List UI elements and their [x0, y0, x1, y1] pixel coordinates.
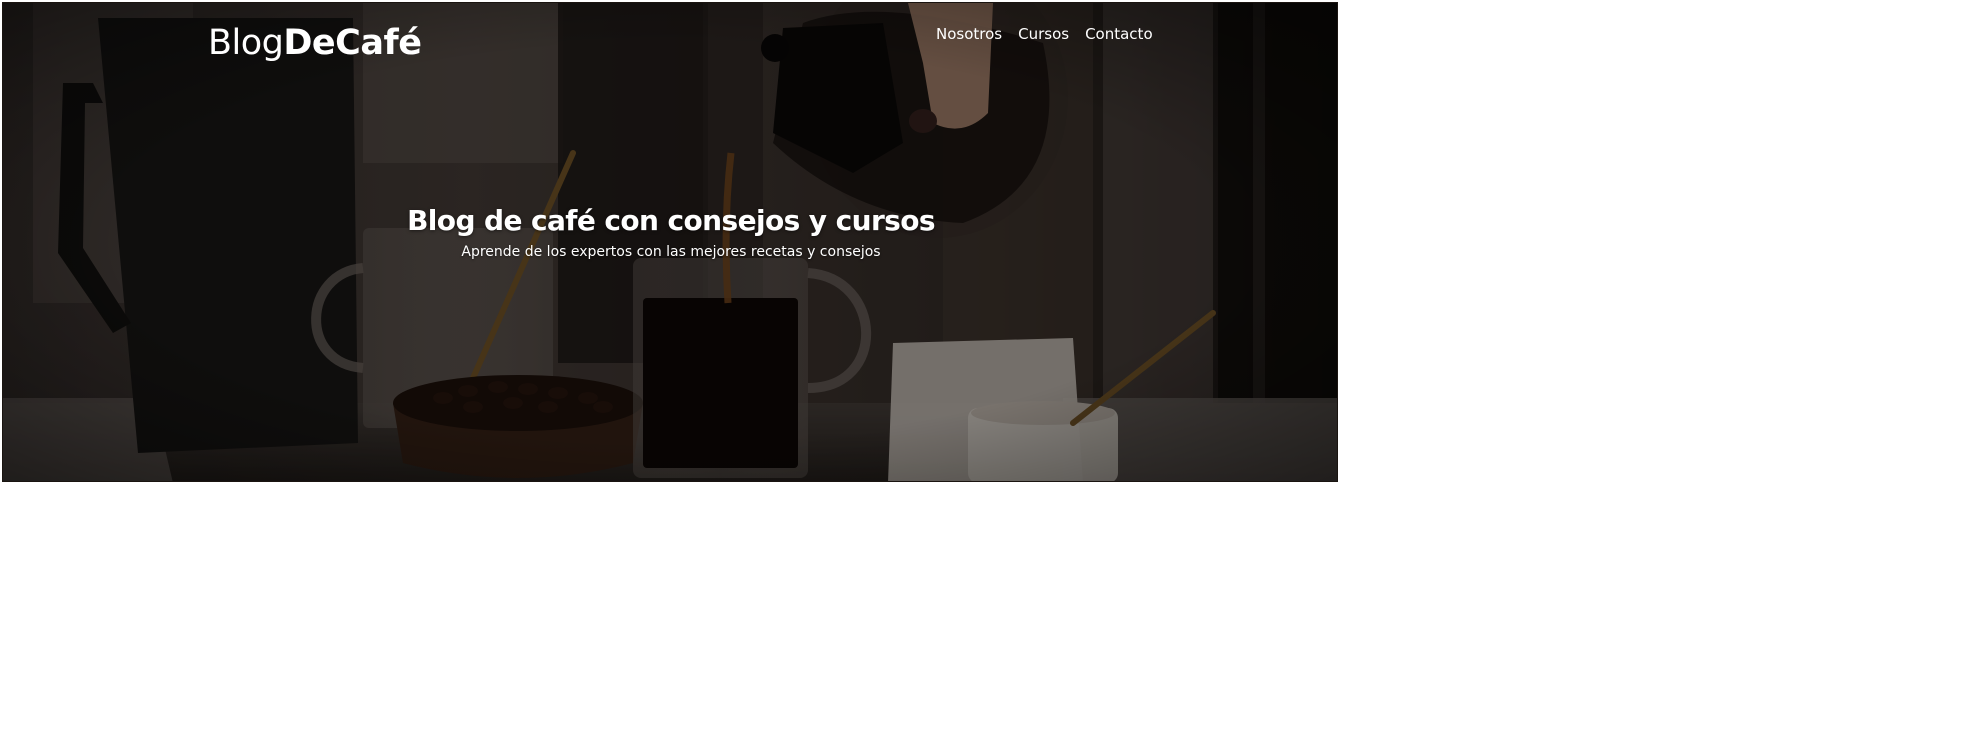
page: BlogDeCafé Nosotros Cursos Contacto Blog… — [0, 0, 1976, 740]
hero-header: BlogDeCafé Nosotros Cursos Contacto Blog… — [2, 2, 1338, 482]
logo-light-text: Blog — [208, 23, 284, 63]
logo-bold-text: DeCafé — [283, 23, 422, 63]
nav-link-cursos[interactable]: Cursos — [1018, 23, 1069, 45]
site-logo[interactable]: BlogDeCafé — [208, 19, 422, 67]
main-nav: Nosotros Cursos Contacto — [936, 23, 1153, 45]
hero-subtitle: Aprende de los expertos con las mejores … — [461, 244, 881, 260]
nav-link-nosotros[interactable]: Nosotros — [936, 23, 1002, 45]
hero-title: Blog de café con consejos y cursos — [407, 204, 935, 237]
nav-link-contacto[interactable]: Contacto — [1085, 23, 1153, 45]
hero-text: Blog de café con consejos y cursos Apren… — [3, 201, 1337, 263]
